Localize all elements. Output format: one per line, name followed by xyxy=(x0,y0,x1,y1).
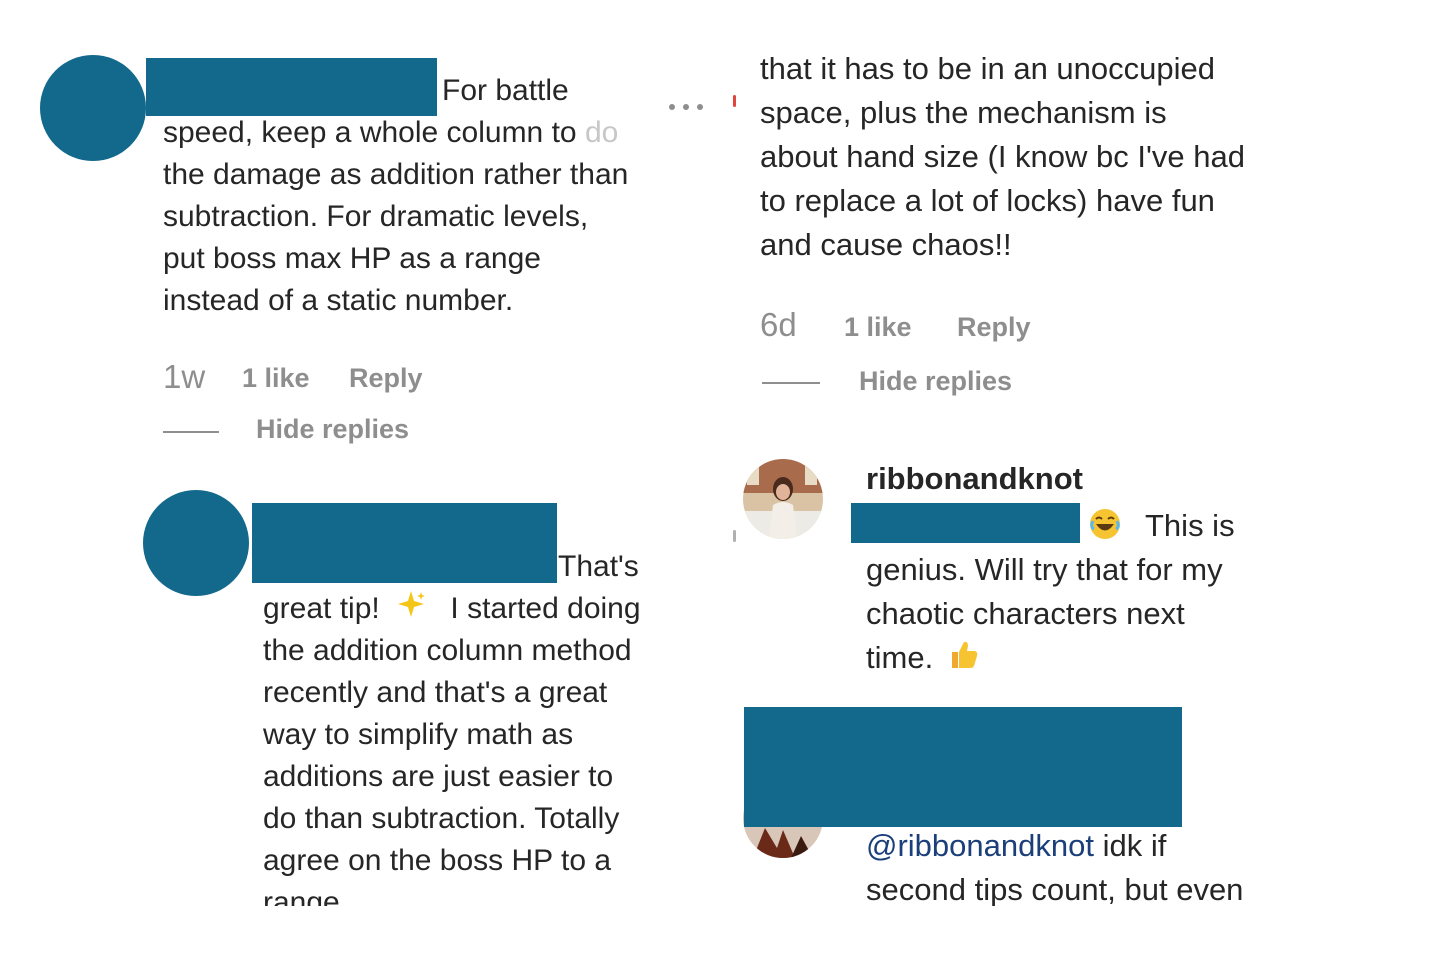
comment-likes-link[interactable]: 1 like xyxy=(844,312,912,343)
reply-text-line: That's xyxy=(558,550,639,583)
reply-text-line: This is xyxy=(1145,508,1235,543)
comment-reply-button[interactable]: Reply xyxy=(957,312,1031,343)
mention-redacted[interactable] xyxy=(851,503,1080,543)
reply-text-fragment: idk if xyxy=(1093,828,1167,863)
comment-timestamp[interactable]: 6d xyxy=(760,306,797,344)
laughing-emoji-icon xyxy=(1088,507,1122,541)
comment-text-line: about hand size (I know bc I've had xyxy=(760,139,1245,174)
thumbs-up-icon xyxy=(946,637,980,683)
edge-artifact xyxy=(733,95,736,107)
reply-text-fragment: I started doing xyxy=(450,592,641,625)
ribbonandknot-avatar[interactable] xyxy=(743,459,823,539)
reply-text-line: @ribbonandknot idk if xyxy=(866,824,1166,868)
reply-text-line: genius. Will try that for my xyxy=(866,552,1223,587)
reply-body: That's great tip! I started doing the ad… xyxy=(0,0,720,906)
reply-text-line: chaotic characters next xyxy=(866,596,1185,631)
reply-username[interactable]: ribbonandknot xyxy=(866,461,1083,497)
comment-text-line: that it has to be in an unoccupied xyxy=(760,51,1215,86)
comment-text-line: and cause chaos!! xyxy=(760,227,1012,262)
hide-replies-button[interactable]: Hide replies xyxy=(859,366,1012,397)
mention-link[interactable]: @ribbonandknot xyxy=(866,828,1094,863)
reply-body: @ribbonandknot idk if second tips count,… xyxy=(740,820,1440,906)
reply-text-line: the addition column method xyxy=(263,634,632,667)
replies-divider-line xyxy=(762,382,820,384)
comment-text-line: space, plus the mechanism is xyxy=(760,95,1167,130)
edge-artifact xyxy=(733,530,736,542)
reply-text-fragment: time. xyxy=(866,640,934,675)
reply-text-line: range xyxy=(263,886,340,906)
reply-header-redacted[interactable] xyxy=(744,707,1182,827)
reply-text-line: recently and that's a great xyxy=(263,676,608,709)
comment-text-line: to replace a lot of locks) have fun xyxy=(760,183,1215,218)
reply-text-line: second tips count, but even xyxy=(866,872,1244,906)
reply-text-line: way to simplify math as xyxy=(263,718,574,751)
reply-text-line: great tip! I started doing xyxy=(263,588,641,631)
reply-text-line: agree on the boss HP to a xyxy=(263,844,612,877)
sparkles-icon xyxy=(396,589,426,631)
reply-text-fragment: great tip! xyxy=(263,592,380,625)
reply-text-line: time. xyxy=(866,636,980,683)
reply-text-line: do than subtraction. Totally xyxy=(263,802,620,835)
reply-text-line: additions are just easier to xyxy=(263,760,614,793)
